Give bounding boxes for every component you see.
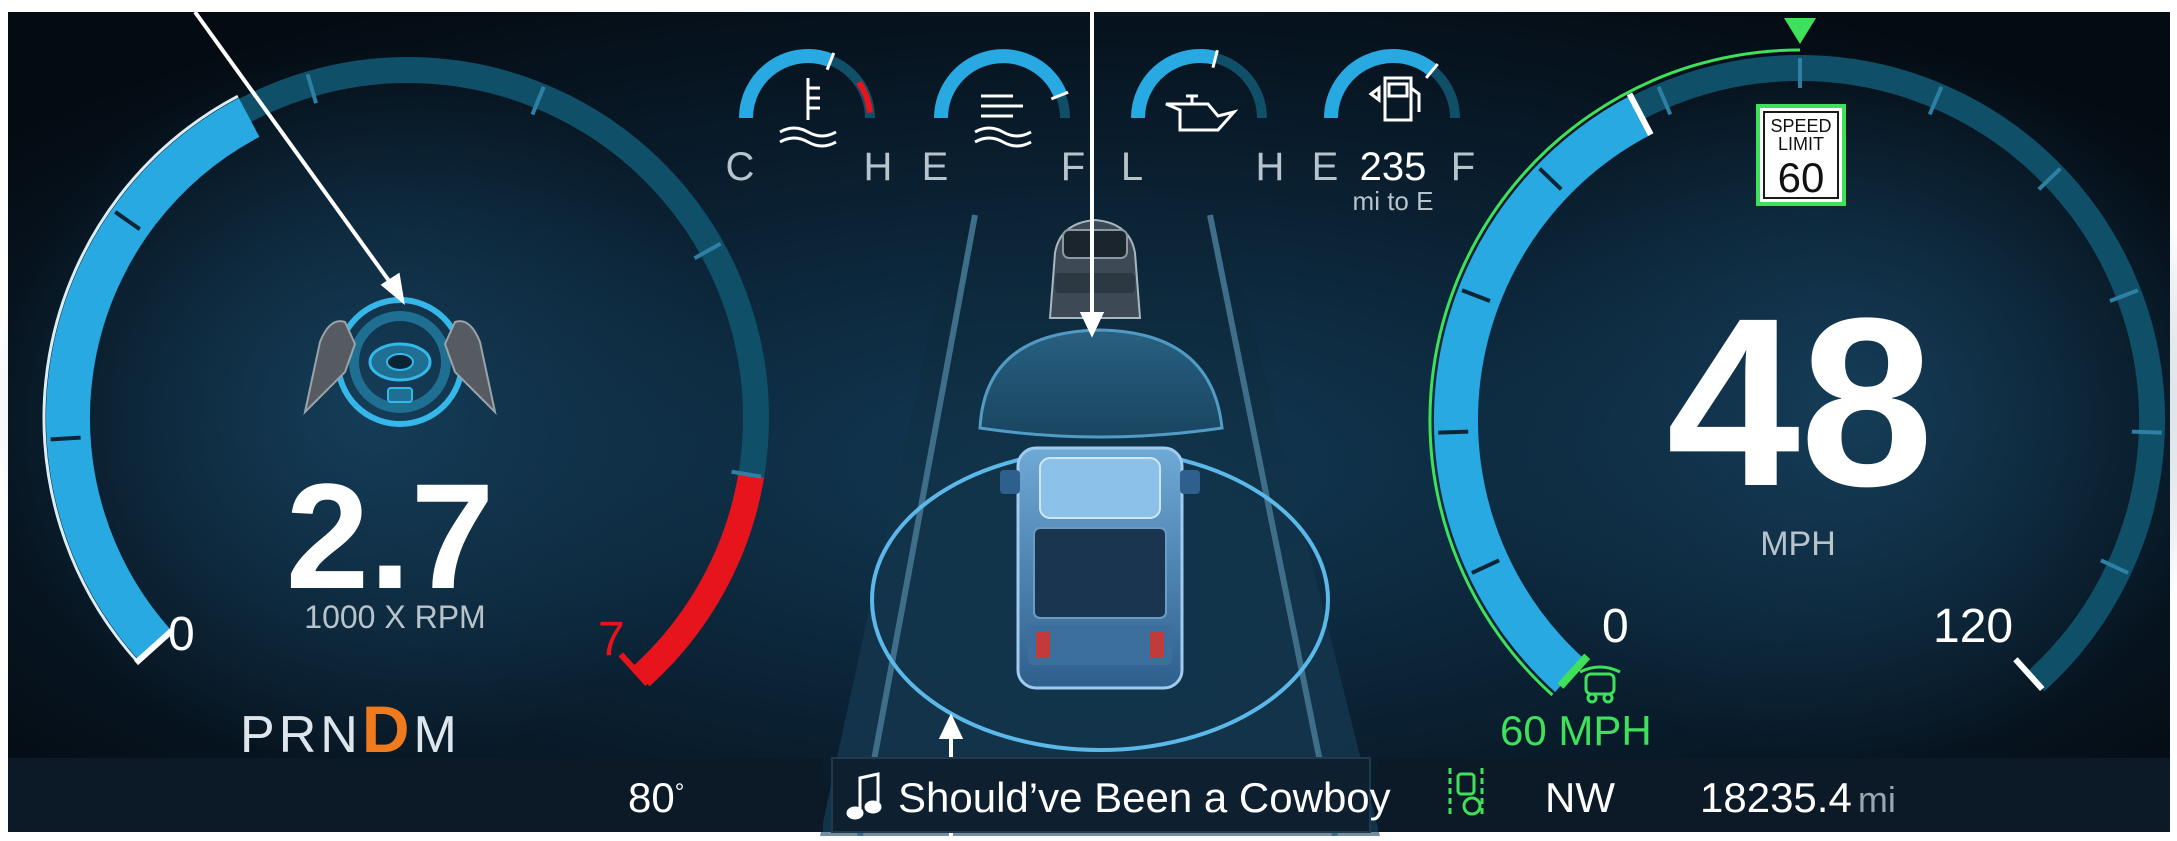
coolant-temp-right-label: H <box>864 145 893 189</box>
fuel-range-right-label: F <box>1451 145 1475 189</box>
oil-pressure-right-label: H <box>1256 145 1285 189</box>
speedometer-min-label: 0 <box>1602 600 1629 653</box>
gear-park: P <box>240 706 279 764</box>
fuel-range-value: 235 <box>1360 145 1427 189</box>
speed-limit-sign: SPEED LIMIT 60 <box>1756 104 1846 206</box>
tachometer-min-label: 0 <box>168 608 195 661</box>
rpm-unit-label: 1000 X RPM <box>304 599 485 635</box>
rpm-value: 2.7 <box>286 452 495 620</box>
odometer: 18235.4 mi <box>1700 774 1896 821</box>
coolant-temp-left-label: C <box>726 145 755 189</box>
speedometer-max-label: 120 <box>1933 600 2013 653</box>
now-playing-track[interactable]: Should’ve Been a Cowboy <box>898 774 1391 821</box>
instrument-cluster: 2.7 1000 X RPM 0 7 PRNDM C H E F L H E F 235 mi t… <box>0 0 2177 837</box>
ego-truck-icon <box>1000 446 1200 690</box>
speed-limit-label-top: SPEED <box>1770 116 1831 136</box>
cruise-set-speed: 60 MPH <box>1500 707 1652 754</box>
odometer-value: 18235.4 <box>1700 774 1852 821</box>
tachometer-redline-label: 7 <box>598 613 625 666</box>
compass-heading: NW <box>1545 774 1615 821</box>
lead-vehicle-icon <box>1048 218 1142 319</box>
fuel-level-left-label: E <box>922 145 949 189</box>
bottom-bar-left-panel <box>8 758 823 832</box>
speed-value: 48 <box>1667 268 1934 536</box>
fuel-level-right-label: F <box>1061 145 1085 189</box>
speed-limit-value: 60 <box>1778 154 1825 201</box>
fuel-range-left-label: E <box>1312 145 1339 189</box>
speedometer-tick <box>2131 429 2162 435</box>
fuel-range-sublabel: mi to E <box>1353 186 1434 216</box>
gear-drive: D <box>362 692 414 766</box>
bottom-status-bar: 80° Should’ve Been a Cowboy NW 18235.4 mi <box>8 757 2170 833</box>
gear-neutral: N <box>320 706 362 764</box>
gear-reverse: R <box>279 706 321 764</box>
gear-manual: M <box>413 706 460 764</box>
oil-pressure-left-label: L <box>1121 145 1143 189</box>
tachometer-tick <box>50 435 81 442</box>
speed-limit-label-mid: LIMIT <box>1778 134 1824 154</box>
odometer-unit: mi <box>1858 779 1896 820</box>
speedometer-tick <box>1438 429 1469 435</box>
speed-unit-label: MPH <box>1760 525 1836 563</box>
cluster-display: 2.7 1000 X RPM 0 7 PRNDM C H E F L H E F235mi t… <box>0 0 2177 837</box>
